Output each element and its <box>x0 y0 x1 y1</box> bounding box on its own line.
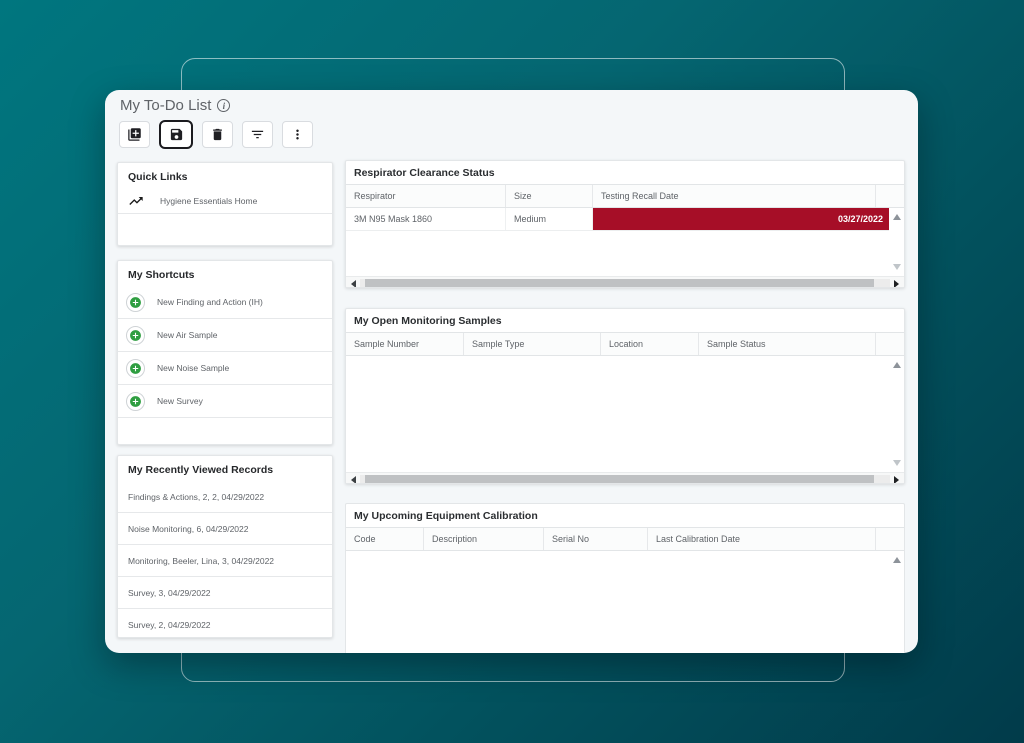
recent-record-item[interactable]: Noise Monitoring, 6, 04/29/2022 <box>118 513 332 545</box>
my-shortcuts-title: My Shortcuts <box>118 261 332 286</box>
respirator-cell: 3M N95 Mask 1860 <box>346 208 506 230</box>
scrollbar-thumb[interactable] <box>365 279 874 288</box>
library-add-icon <box>127 127 142 142</box>
scrollbar-thumb[interactable] <box>365 475 874 484</box>
table-empty-area <box>346 231 904 276</box>
scroll-down-icon[interactable] <box>893 264 901 270</box>
vertical-scrollbar[interactable] <box>889 208 904 276</box>
save-icon <box>169 127 184 142</box>
my-todo-list-widget: My To-Do List i Quick Links Hygiene Esse… <box>105 90 918 653</box>
column-header-size[interactable]: Size <box>506 185 593 207</box>
recent-record-item[interactable]: Findings & Actions, 2, 2, 04/29/2022 <box>118 481 332 513</box>
open-monitoring-samples-panel: My Open Monitoring Samples Sample Number… <box>345 308 905 484</box>
upcoming-equipment-calibration-panel: My Upcoming Equipment Calibration Code D… <box>345 503 905 653</box>
delete-button[interactable] <box>202 121 233 148</box>
column-header-code[interactable]: Code <box>346 528 424 550</box>
add-circle-icon <box>126 392 145 411</box>
add-circle-icon <box>126 293 145 312</box>
toolbar <box>119 120 313 149</box>
vertical-scrollbar[interactable] <box>889 356 904 472</box>
shortcut-new-finding-and-action[interactable]: New Finding and Action (IH) <box>118 286 332 319</box>
table-row[interactable]: 3M N95 Mask 1860 Medium 03/27/2022 <box>346 208 904 231</box>
shortcut-label: New Finding and Action (IH) <box>157 297 263 307</box>
column-header-description[interactable]: Description <box>424 528 544 550</box>
quick-links-title: Quick Links <box>118 163 332 188</box>
scroll-up-icon[interactable] <box>893 362 901 368</box>
scroll-right-icon[interactable] <box>894 280 899 288</box>
filter-button[interactable] <box>242 121 273 148</box>
scroll-left-icon[interactable] <box>351 280 356 288</box>
info-icon[interactable]: i <box>217 99 230 112</box>
column-header-last-calibration-date[interactable]: Last Calibration Date <box>648 528 876 550</box>
shortcut-new-air-sample[interactable]: New Air Sample <box>118 319 332 352</box>
scrollbar-track[interactable] <box>360 475 890 484</box>
trash-icon <box>210 127 225 142</box>
add-circle-icon <box>126 359 145 378</box>
scrollbar-track[interactable] <box>360 279 890 288</box>
page-title-text: My To-Do List <box>120 97 211 114</box>
add-circle-icon <box>126 326 145 345</box>
scroll-down-icon[interactable] <box>893 460 901 466</box>
table-header-row: Code Description Serial No Last Calibrat… <box>346 528 904 551</box>
recent-record-item[interactable]: Monitoring, Beeler, Lina, 3, 04/29/2022 <box>118 545 332 577</box>
column-header-location[interactable]: Location <box>601 333 699 355</box>
respirator-clearance-panel: Respirator Clearance Status Respirator S… <box>345 160 905 288</box>
save-button[interactable] <box>159 120 193 149</box>
quick-links-card: Quick Links Hygiene Essentials Home <box>117 162 333 246</box>
quick-link-label: Hygiene Essentials Home <box>160 196 257 206</box>
scroll-up-icon[interactable] <box>893 214 901 220</box>
recently-viewed-title: My Recently Viewed Records <box>118 456 332 481</box>
my-shortcuts-card: My Shortcuts New Finding and Action (IH)… <box>117 260 333 445</box>
shortcut-label: New Noise Sample <box>157 363 229 373</box>
trending-up-icon <box>128 193 144 209</box>
horizontal-scrollbar[interactable] <box>346 276 904 288</box>
column-header-sample-type[interactable]: Sample Type <box>464 333 601 355</box>
vertical-scrollbar[interactable] <box>889 551 904 653</box>
testing-recall-date-cell-overdue: 03/27/2022 <box>593 208 891 230</box>
column-header-respirator[interactable]: Respirator <box>346 185 506 207</box>
page-title: My To-Do List i <box>120 97 230 114</box>
table-header-row: Sample Number Sample Type Location Sampl… <box>346 333 904 356</box>
horizontal-scrollbar[interactable] <box>346 472 904 484</box>
equipment-calibration-panel-title: My Upcoming Equipment Calibration <box>346 504 904 527</box>
quick-link-hygiene-essentials-home[interactable]: Hygiene Essentials Home <box>118 188 332 214</box>
shortcut-label: New Air Sample <box>157 330 217 340</box>
recent-record-item[interactable]: Survey, 3, 04/29/2022 <box>118 577 332 609</box>
library-add-button[interactable] <box>119 121 150 148</box>
recently-viewed-card: My Recently Viewed Records Findings & Ac… <box>117 455 333 638</box>
table-empty-area <box>346 356 904 472</box>
column-header-testing-recall-date[interactable]: Testing Recall Date <box>593 185 876 207</box>
filter-icon <box>250 127 265 142</box>
monitoring-samples-panel-title: My Open Monitoring Samples <box>346 309 904 332</box>
recent-record-item[interactable]: Survey, 2, 04/29/2022 <box>118 609 332 641</box>
size-cell: Medium <box>506 208 593 230</box>
column-header-sample-number[interactable]: Sample Number <box>346 333 464 355</box>
scroll-up-icon[interactable] <box>893 557 901 563</box>
shortcut-new-noise-sample[interactable]: New Noise Sample <box>118 352 332 385</box>
respirator-panel-title: Respirator Clearance Status <box>346 161 904 184</box>
more-vertical-icon <box>290 127 305 142</box>
column-header-serial-no[interactable]: Serial No <box>544 528 648 550</box>
shortcut-new-survey[interactable]: New Survey <box>118 385 332 418</box>
column-header-sample-status[interactable]: Sample Status <box>699 333 876 355</box>
table-header-row: Respirator Size Testing Recall Date <box>346 185 904 208</box>
table-empty-area <box>346 551 904 653</box>
scroll-right-icon[interactable] <box>894 476 899 484</box>
scroll-left-icon[interactable] <box>351 476 356 484</box>
shortcut-label: New Survey <box>157 396 203 406</box>
more-options-button[interactable] <box>282 121 313 148</box>
